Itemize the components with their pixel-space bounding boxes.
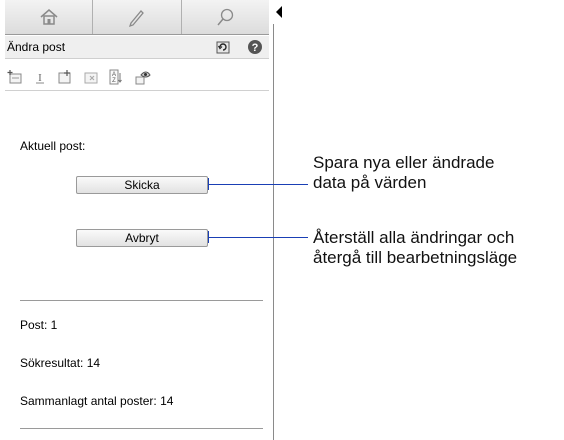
help-icon[interactable]: ? (247, 39, 263, 55)
submit-callout-line (208, 184, 308, 185)
cancel-button[interactable]: Avbryt (76, 229, 208, 247)
collapse-panel-arrow[interactable] (273, 0, 285, 24)
submit-annotation: Spara nya eller ändrade data på värden (313, 153, 494, 193)
record-number: Post: 1 (20, 318, 58, 332)
refresh-icon[interactable] (215, 39, 231, 55)
view-icon[interactable] (135, 69, 151, 85)
cancel-annotation: Återställ alla ändringar och återgå till… (313, 228, 517, 268)
tab-home[interactable] (5, 0, 94, 34)
divider (20, 428, 263, 429)
panel-title: Ändra post (7, 40, 66, 54)
svg-text:I: I (38, 72, 42, 84)
panel-titlebar: Ändra post ? (5, 36, 269, 59)
annotation-line: Spara nya eller ändrade (313, 153, 495, 172)
annotation-line: återgå till bearbetningsläge (313, 248, 518, 267)
record-toolbar: I A Z (5, 64, 269, 91)
total-records-count: Sammanlagt antal poster: 14 (20, 394, 174, 408)
triangle-left-icon (276, 6, 282, 18)
pencil-icon (128, 10, 144, 28)
instant-web-publishing-panel: Ändra post ? I A Z Aktuell post: Skicka … (0, 0, 274, 440)
divider (20, 300, 263, 301)
submit-button[interactable]: Skicka (76, 176, 208, 194)
edit-field-icon[interactable]: I (32, 69, 48, 85)
tab-edit[interactable] (93, 0, 182, 34)
delete-record-icon[interactable] (83, 69, 99, 85)
current-record-label: Aktuell post: (20, 139, 86, 153)
tab-search[interactable] (181, 0, 269, 34)
annotation-line: data på värden (313, 173, 427, 192)
sort-icon[interactable]: A Z (108, 69, 124, 85)
search-icon (217, 8, 234, 26)
cancel-callout-line (208, 237, 308, 238)
new-record-icon[interactable] (7, 69, 23, 85)
svg-text:?: ? (252, 42, 259, 54)
search-result-count: Sökresultat: 14 (20, 356, 101, 370)
mode-tabs (5, 0, 269, 35)
annotation-line: Återställ alla ändringar och (313, 228, 515, 247)
svg-text:Z: Z (112, 78, 116, 84)
add-record-icon[interactable] (57, 69, 73, 85)
home-icon (40, 9, 58, 25)
